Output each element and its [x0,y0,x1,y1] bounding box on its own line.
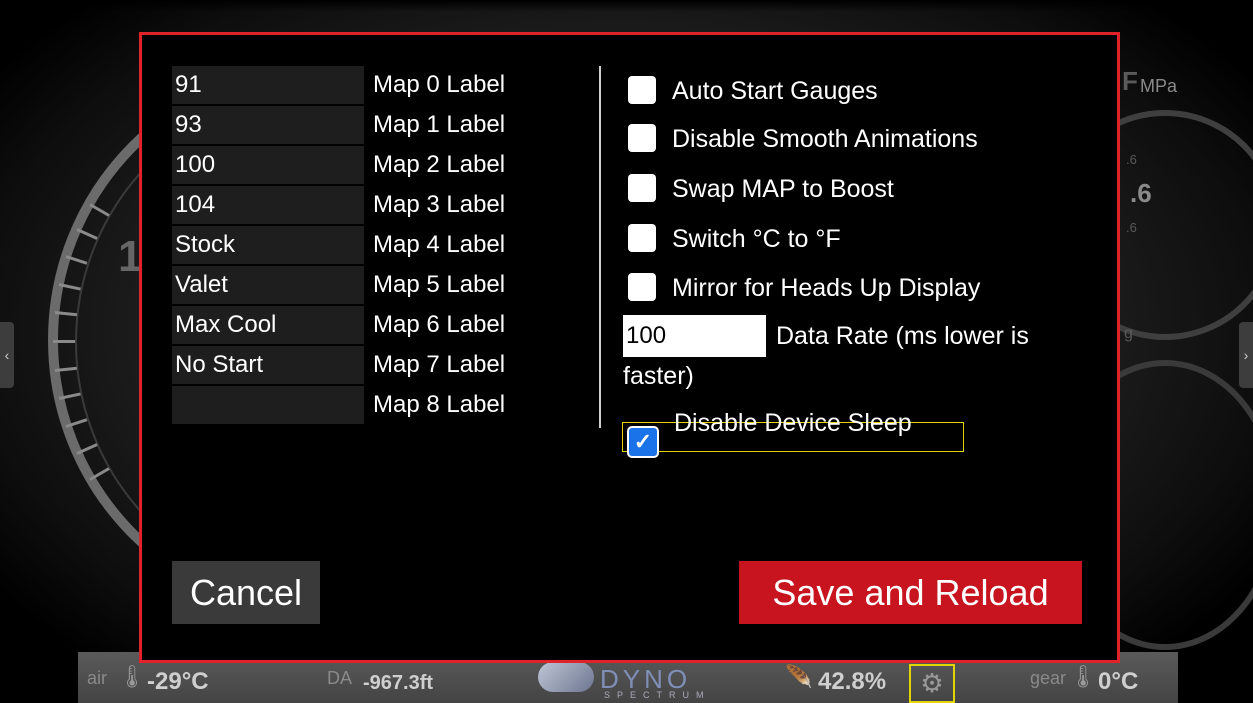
map-1-input[interactable] [172,106,364,144]
map-3-input[interactable] [172,186,364,224]
right-gauge-unit: MPa [1140,76,1178,96]
dyno-spectrum-logo-icon [538,662,594,692]
gear-temp-label: gear [1030,668,1067,688]
background-top-shade [0,0,1253,12]
checkbox-mirror-hud[interactable] [628,273,656,301]
checkmark-icon: ✓ [633,429,653,454]
map-7-label: Map 7 Label [373,351,506,378]
map-5-label: Map 5 Label [373,271,506,298]
throttle-icon: 🪶 [785,664,813,689]
previous-page-arrow[interactable]: ‹ [0,322,14,388]
air-temp-label: air [87,668,108,688]
option-label: Switch °C to °F [672,225,841,253]
map-4-input[interactable] [172,226,364,264]
map-0-input[interactable] [172,66,364,104]
data-rate-label-continued: faster) [623,362,694,390]
settings-button[interactable]: ⚙ [909,664,955,703]
option-label: Swap MAP to Boost [672,175,894,203]
map-8-input[interactable] [172,386,364,424]
data-rate-label: Data Rate (ms lower is [776,322,1029,350]
right-gauge-unit-prefix: F [1122,66,1138,96]
map-2-label: Map 2 Label [373,151,506,178]
right-gauge-tick-bottom: .6 [1126,220,1137,235]
next-page-arrow[interactable]: › [1239,322,1253,388]
logo-subtext: SPECTRUM [604,690,711,700]
map-6-input[interactable] [172,306,364,344]
checkbox-auto-start-gauges[interactable] [628,76,656,104]
map-6-label: Map 6 Label [373,311,506,338]
option-label: Disable Smooth Animations [672,125,978,153]
disable-device-sleep-label: Disable Device Sleep [674,409,912,437]
right-gauge-tick-g: g [1124,325,1133,342]
checkbox-swap-map-to-boost[interactable] [628,174,656,202]
right-gauge-value: .6 [1130,178,1152,208]
map-8-label: Map 8 Label [373,391,506,418]
checkbox-switch-c-to-f[interactable] [628,224,656,252]
throttle-value: 42.8% [818,668,887,695]
data-rate-input[interactable] [623,315,766,357]
save-and-reload-button[interactable]: Save and Reload [739,561,1082,624]
map-5-input[interactable] [172,266,364,304]
gear-temp-value: 0°C [1098,668,1139,695]
map-1-label: Map 1 Label [373,111,506,138]
cancel-button[interactable]: Cancel [172,561,320,624]
density-altitude-value: -967.3ft [363,672,434,694]
air-temp-value: -29°C [147,668,209,695]
thermometer-icon: 🌡 [118,664,146,689]
checkbox-disable-smooth-animations[interactable] [628,124,656,152]
right-gauge-tick-top: .6 [1126,152,1137,167]
map-7-input[interactable] [172,346,364,384]
map-0-label: Map 0 Label [373,71,506,98]
map-2-input[interactable] [172,146,364,184]
map-4-label: Map 4 Label [373,231,506,258]
thermometer-icon: 🌡 [1069,664,1097,689]
option-label: Mirror for Heads Up Display [672,274,981,302]
gauge-tick [53,340,75,343]
gear-icon: ⚙ [920,668,944,698]
checkbox-disable-device-sleep[interactable]: ✓ [627,426,659,458]
option-label: Auto Start Gauges [672,77,878,105]
map-3-label: Map 3 Label [373,191,506,218]
column-divider [599,66,601,428]
density-altitude-label: DA [327,668,353,688]
